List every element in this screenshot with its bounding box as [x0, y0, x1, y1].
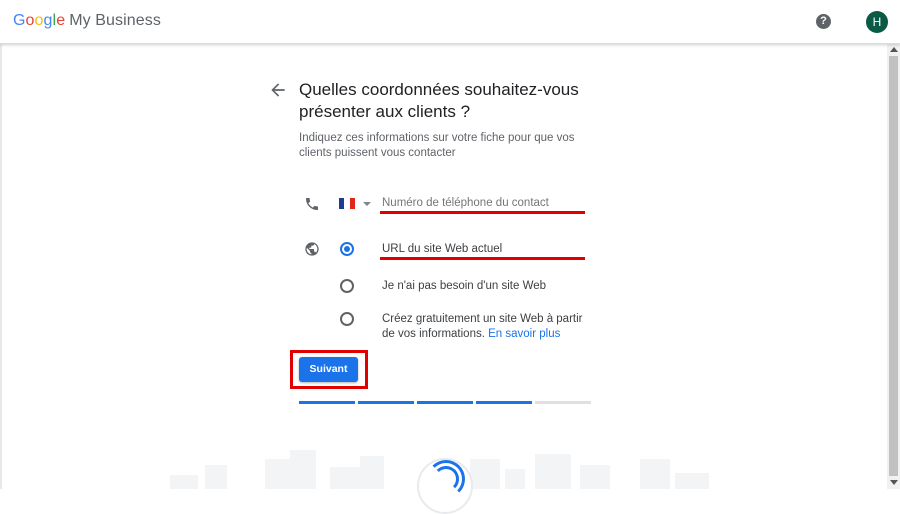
- progress-segment: [535, 401, 591, 404]
- country-dropdown-caret-icon[interactable]: [363, 202, 371, 206]
- radio-current-url[interactable]: [340, 242, 354, 256]
- globe-icon: [305, 242, 319, 256]
- scrollbar[interactable]: [887, 44, 900, 489]
- back-arrow-icon[interactable]: [268, 80, 288, 100]
- phone-input[interactable]: [382, 197, 582, 209]
- current-url-label[interactable]: URL du site Web actuel: [382, 242, 502, 257]
- next-button-annotation: [290, 350, 368, 389]
- page-subtitle: Indiquez ces informations sur votre fich…: [299, 132, 575, 159]
- url-underline-annotation: [380, 257, 585, 260]
- country-flag-fr[interactable]: [339, 198, 355, 209]
- progress-segment: [476, 401, 532, 404]
- top-bar: Google My Business ? H: [0, 0, 900, 44]
- progress-segment: [299, 401, 355, 404]
- page-title: Quelles coordonnées souhaitez-vous prése…: [299, 80, 579, 121]
- scroll-down-icon[interactable]: [890, 480, 898, 485]
- learn-more-link[interactable]: En savoir plus: [488, 328, 560, 340]
- phone-underline-annotation: [380, 211, 585, 214]
- create-website-label: Créez gratuitement un site Web à partir …: [382, 313, 583, 340]
- no-website-label[interactable]: Je n'ai pas besoin d'un site Web: [382, 279, 546, 294]
- scrollbar-thumb[interactable]: [889, 56, 898, 476]
- progress-segment: [417, 401, 473, 404]
- phone-call-illustration: [417, 458, 473, 514]
- google-my-business-logo[interactable]: Google My Business: [13, 12, 161, 30]
- product-name: My Business: [69, 12, 161, 29]
- progress-segment: [358, 401, 414, 404]
- help-icon[interactable]: ?: [816, 14, 831, 29]
- page-edge: [0, 44, 2, 489]
- radio-create-website[interactable]: [340, 312, 354, 326]
- radio-no-website[interactable]: [340, 279, 354, 293]
- phone-icon: [306, 198, 318, 210]
- scroll-up-icon[interactable]: [890, 47, 898, 52]
- avatar[interactable]: H: [866, 11, 888, 33]
- progress-bar: [299, 401, 591, 404]
